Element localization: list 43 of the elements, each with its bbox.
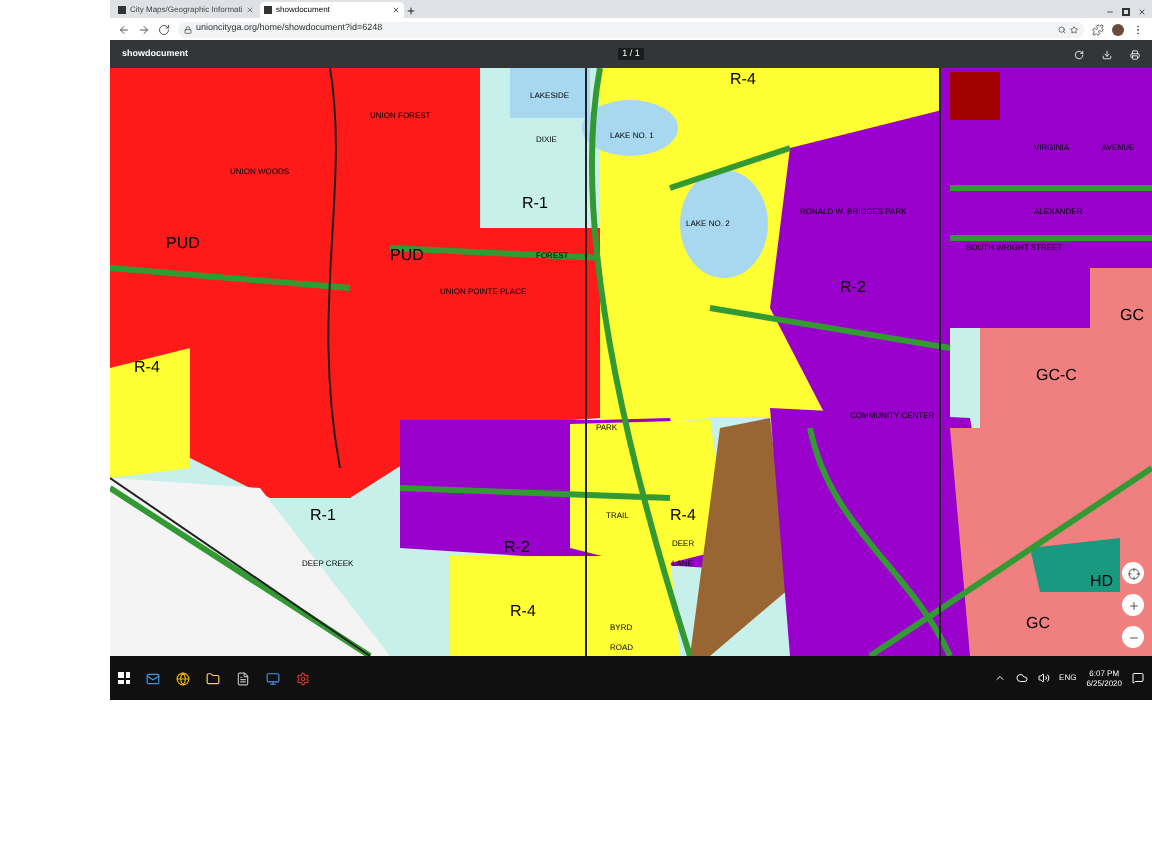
folder-icon[interactable] bbox=[206, 671, 220, 685]
forward-icon[interactable] bbox=[138, 23, 150, 35]
mail-icon[interactable] bbox=[146, 671, 160, 685]
zone-label: R-1 bbox=[310, 508, 336, 524]
zone-label: R-2 bbox=[504, 540, 530, 556]
chevron-up-icon[interactable] bbox=[993, 672, 1006, 684]
search-icon[interactable] bbox=[1058, 25, 1066, 33]
zone-label: R-4 bbox=[134, 360, 160, 376]
zone-label: R-1 bbox=[522, 196, 548, 212]
gear-icon[interactable] bbox=[296, 671, 310, 685]
document-icon[interactable] bbox=[236, 671, 250, 685]
zone-label: GC bbox=[1026, 616, 1050, 632]
notification-icon[interactable] bbox=[1132, 672, 1144, 684]
puzzle-icon[interactable] bbox=[1092, 23, 1104, 35]
star-icon[interactable] bbox=[1070, 25, 1078, 33]
avatar-icon[interactable] bbox=[1112, 23, 1124, 35]
minus-icon bbox=[1127, 631, 1139, 643]
zone-label: HD bbox=[1090, 574, 1114, 590]
back-icon[interactable] bbox=[118, 23, 130, 35]
zone-label: GC bbox=[1120, 308, 1144, 324]
zone-label: R-2 bbox=[840, 280, 866, 296]
download-icon[interactable] bbox=[1101, 49, 1112, 59]
maximize-icon[interactable] bbox=[1122, 8, 1130, 16]
favicon-icon bbox=[264, 6, 272, 14]
cloud-icon[interactable] bbox=[1015, 672, 1028, 684]
print-icon[interactable] bbox=[1129, 49, 1140, 59]
zone-label: PUD bbox=[390, 248, 424, 264]
reload-icon[interactable] bbox=[158, 23, 170, 35]
lock-icon bbox=[184, 25, 192, 33]
rotate-icon[interactable] bbox=[1073, 49, 1084, 59]
zone-label: R-4 bbox=[730, 72, 756, 88]
windows-start-icon[interactable] bbox=[118, 672, 130, 684]
zone-label: R-4 bbox=[510, 604, 536, 620]
favicon-icon bbox=[118, 6, 126, 14]
plus-icon bbox=[1127, 599, 1139, 611]
new-tab-icon[interactable] bbox=[406, 6, 416, 16]
monitor-icon[interactable] bbox=[266, 671, 280, 685]
zone-label: PUD bbox=[166, 236, 200, 252]
zone-label: R-4 bbox=[670, 508, 696, 524]
speaker-icon[interactable] bbox=[1037, 672, 1050, 684]
zone-label: GC-C bbox=[1036, 368, 1077, 384]
crosshair-icon bbox=[1127, 567, 1139, 579]
browser-icon[interactable] bbox=[176, 671, 190, 685]
